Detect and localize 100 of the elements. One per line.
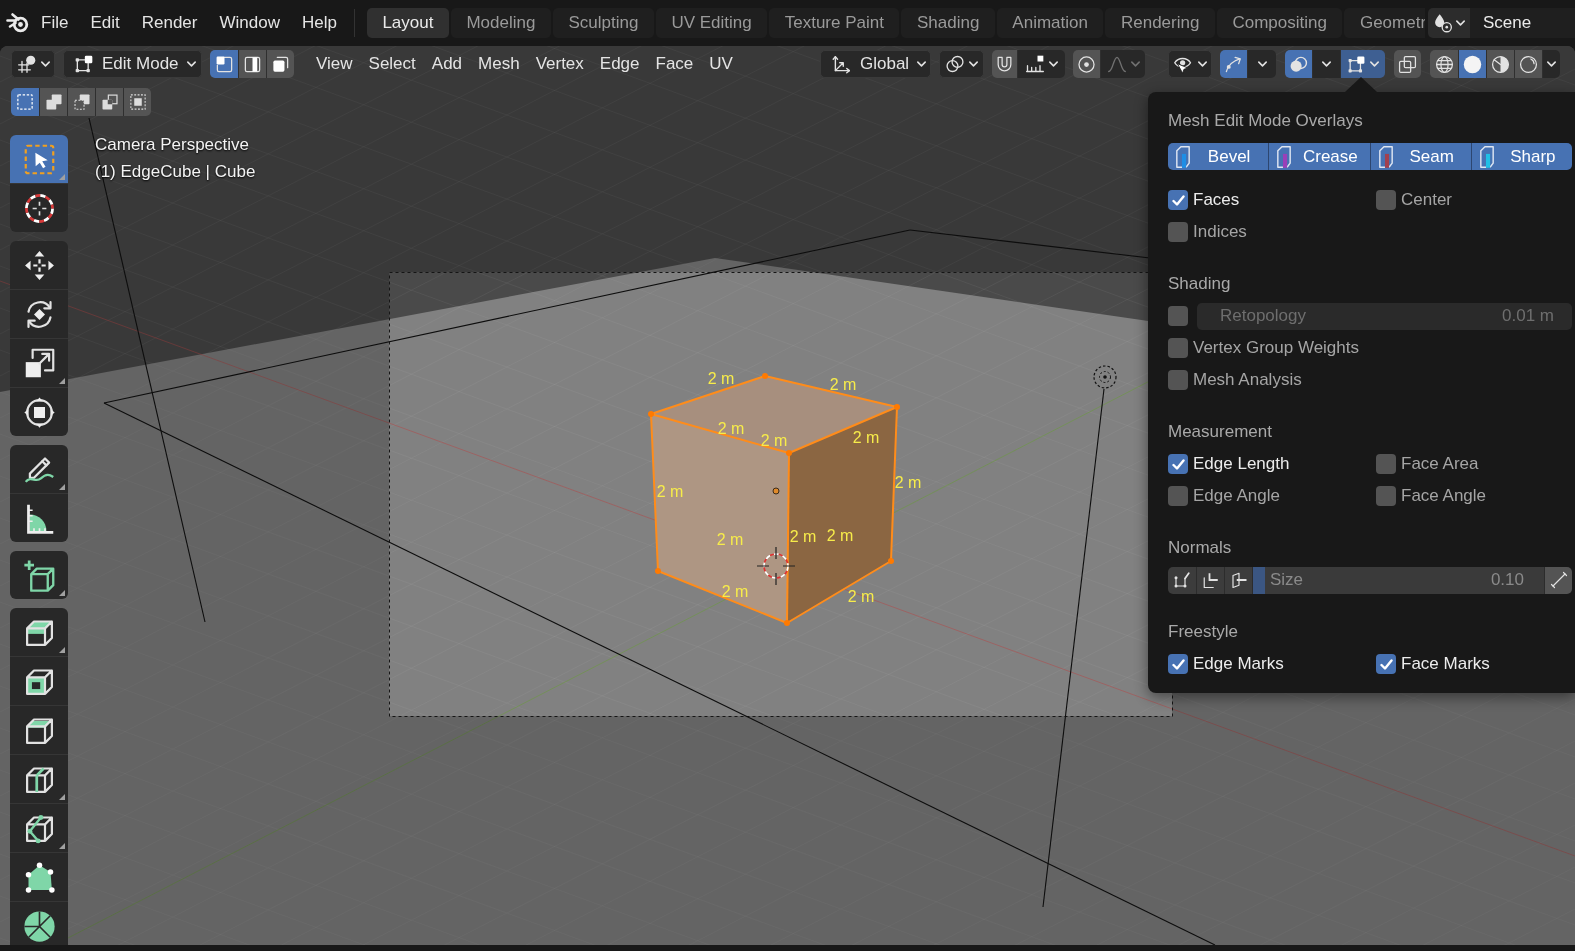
scene-field[interactable]: Scene — [1470, 8, 1575, 38]
tool-button[interactable] — [10, 901, 68, 945]
overlay-toggle[interactable] — [1285, 50, 1312, 78]
shading-mode-button[interactable] — [1458, 50, 1486, 78]
menu-item[interactable]: Edit — [79, 8, 131, 38]
mesh-square-icon — [74, 54, 94, 74]
normals-display-button[interactable] — [1168, 566, 1196, 594]
tool-button[interactable] — [10, 493, 68, 542]
menu-item[interactable]: Render — [130, 8, 209, 38]
orientation-dropdown[interactable]: Global — [820, 50, 931, 78]
box-select-mode-button[interactable] — [39, 88, 67, 116]
viewport-info-text: Camera Perspective — [95, 134, 249, 156]
overlapping-squares-icon — [44, 93, 63, 111]
menu-item[interactable]: Help — [290, 8, 348, 38]
edge-mark-toggle[interactable]: Crease — [1268, 143, 1370, 170]
checkbox[interactable] — [1376, 654, 1396, 674]
mesh-overlay-dropdown[interactable] — [1340, 50, 1385, 78]
field-value: 0.01 m — [1502, 306, 1554, 326]
screen-size-button[interactable] — [1544, 566, 1572, 594]
workspace-tab[interactable]: Animation — [996, 8, 1104, 38]
menu-item[interactable]: Face — [647, 50, 702, 78]
tool-button[interactable] — [10, 608, 68, 656]
workspace-tab[interactable]: Layout — [366, 8, 449, 38]
mode-dropdown[interactable]: Edit Mode — [63, 50, 202, 78]
workspace-tab[interactable]: UV Editing — [655, 8, 768, 38]
menu-item[interactable]: File — [30, 8, 80, 38]
overlay-dropdown[interactable] — [1312, 50, 1340, 78]
edge-length-label: 2 m — [852, 428, 880, 446]
edge-mark-toggle[interactable]: Bevel — [1168, 143, 1269, 170]
section-heading: Freestyle — [1168, 621, 1239, 643]
checkbox[interactable] — [1168, 222, 1188, 242]
box-select-mode-button[interactable] — [123, 88, 151, 116]
tool-button[interactable] — [10, 551, 68, 599]
shading-mode-button[interactable] — [1486, 50, 1514, 78]
normals-display-button[interactable] — [1224, 566, 1252, 594]
checkbox[interactable] — [1168, 370, 1188, 390]
gizmo-dropdown[interactable] — [1247, 50, 1276, 78]
menu-item[interactable]: Add — [423, 50, 471, 78]
vertex-normal-icon — [1173, 571, 1191, 589]
tool-button[interactable] — [10, 289, 68, 338]
tool-button[interactable] — [10, 183, 68, 232]
shading-mode-button[interactable] — [1430, 50, 1458, 78]
edge-mark-toggle[interactable]: Seam — [1369, 143, 1471, 170]
workspace-tab[interactable]: Texture Paint — [769, 8, 900, 38]
menu-item[interactable]: View — [308, 50, 361, 78]
checkbox[interactable] — [1376, 486, 1396, 506]
scene-selector-button[interactable] — [1428, 8, 1470, 38]
checkbox[interactable] — [1376, 454, 1396, 474]
workspace-tab[interactable]: Geometr — [1344, 8, 1425, 38]
gizmo-toggle[interactable] — [1220, 50, 1247, 78]
tool-button[interactable] — [10, 656, 68, 705]
tool-button[interactable] — [10, 852, 68, 901]
tool-button[interactable] — [10, 387, 68, 436]
checkbox[interactable] — [1168, 454, 1188, 474]
menu-item[interactable]: Edge — [591, 50, 648, 78]
snap-toggle[interactable] — [992, 50, 1017, 78]
shading-mode-button[interactable] — [1514, 50, 1542, 78]
pivot-dropdown[interactable] — [939, 50, 984, 78]
snap-target-dropdown[interactable] — [1017, 50, 1065, 78]
xray-toggle[interactable] — [1394, 50, 1421, 78]
popover-title: Mesh Edit Mode Overlays — [1168, 110, 1364, 132]
menu-item[interactable]: Vertex — [527, 50, 592, 78]
tool-button[interactable] — [10, 705, 68, 754]
menu-item[interactable]: Select — [360, 50, 424, 78]
grid-sphere-icon — [16, 54, 37, 74]
checkbox[interactable] — [1168, 338, 1188, 358]
tool-button[interactable] — [10, 445, 68, 493]
proportional-editing-toggle[interactable] — [1073, 50, 1100, 78]
checkbox[interactable] — [1168, 190, 1188, 210]
editor-type-button[interactable] — [11, 50, 55, 78]
workspace-tab[interactable]: Sculpting — [552, 8, 654, 38]
tool-button[interactable] — [10, 338, 68, 387]
tool-button[interactable] — [10, 241, 68, 289]
falloff-dropdown[interactable] — [1100, 50, 1145, 78]
shading-dropdown[interactable] — [1542, 50, 1560, 78]
menu-item[interactable]: UV — [701, 50, 741, 78]
menu-item[interactable]: Mesh — [470, 50, 528, 78]
select-mode-button[interactable] — [266, 50, 294, 78]
edge-length-label: 2 m — [829, 375, 857, 393]
overlapping-squares-icon — [1398, 54, 1417, 74]
corner-triangle-icon — [59, 590, 65, 596]
box-select-mode-button[interactable] — [67, 88, 95, 116]
mesh-square-icon — [1347, 54, 1366, 74]
menu-item[interactable]: Window — [208, 8, 291, 38]
checkbox[interactable] — [1168, 486, 1188, 506]
tool-button[interactable] — [10, 803, 68, 852]
checkbox-label: Indices — [1193, 222, 1247, 242]
edge-mark-toggle[interactable]: Sharp — [1470, 143, 1572, 170]
workspace-tab[interactable]: Shading — [901, 8, 995, 38]
select-mode-button[interactable] — [238, 50, 266, 78]
normals-display-button[interactable] — [1196, 566, 1224, 594]
tool-button[interactable] — [10, 754, 68, 803]
workspace-tab[interactable]: Modeling — [450, 8, 551, 38]
box-select-mode-button[interactable] — [95, 88, 123, 116]
workspace-tab[interactable]: Rendering — [1105, 8, 1215, 38]
edge-length-label: 2 m — [656, 482, 684, 500]
visibility-dropdown[interactable] — [1168, 50, 1212, 78]
checkbox[interactable] — [1168, 654, 1188, 674]
checkbox[interactable] — [1376, 190, 1396, 210]
workspace-tab[interactable]: Compositing — [1216, 8, 1343, 38]
